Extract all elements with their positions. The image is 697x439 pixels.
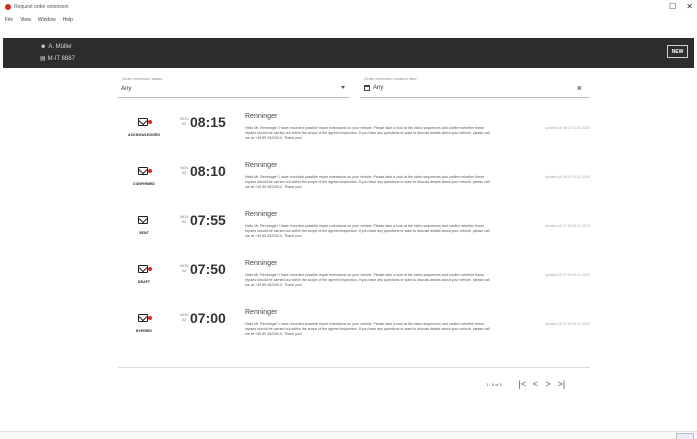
status-label: DRAFT bbox=[137, 280, 151, 284]
entry-date: NOV 02 bbox=[180, 165, 189, 175]
status-bar bbox=[0, 431, 697, 439]
entry-updated: updated @ 08:15 02.11.2020 bbox=[544, 126, 590, 130]
menu-bar: File View Window Help bbox=[0, 14, 697, 26]
date-filter-value-wrap: Any bbox=[364, 85, 383, 91]
status-badge bbox=[148, 120, 152, 124]
vehicle-header: ☻ A. Müller ▤ M-IT 8887 NEW bbox=[3, 38, 694, 68]
window-controls: ☐ ✕ bbox=[669, 2, 693, 12]
entry-message: Hello Mr. Renninger! I have recorded pos… bbox=[245, 273, 490, 287]
entry-message: Hello Mr. Renninger! I have recorded pos… bbox=[245, 175, 490, 189]
envelope-icon bbox=[138, 167, 148, 175]
envelope-icon bbox=[138, 216, 148, 224]
envelope-icon bbox=[138, 265, 148, 273]
entry-title: Renninger bbox=[245, 211, 278, 218]
entry-date: NOV 02 bbox=[180, 116, 189, 126]
list-item[interactable]: EXPIRED NOV 02 07:00 Renninger Hello Mr.… bbox=[118, 308, 590, 357]
status-filter-value: Any bbox=[121, 86, 132, 92]
title-bar: Request order extension ☐ ✕ bbox=[0, 0, 697, 14]
status-indicator: SENT bbox=[118, 211, 170, 247]
entry-updated: updated @ 07:55 02.11.2020 bbox=[544, 224, 590, 228]
close-window-button[interactable]: ✕ bbox=[686, 2, 693, 12]
date-filter-value: Any bbox=[373, 85, 384, 91]
entry-time: 08:10 bbox=[190, 163, 226, 179]
last-page-button[interactable]: >| bbox=[555, 379, 568, 389]
new-button[interactable]: NEW bbox=[667, 45, 688, 58]
entry-updated: updated @ 07:00 02.11.2020 bbox=[544, 322, 590, 326]
status-badge bbox=[148, 267, 152, 271]
close-icon[interactable]: × bbox=[577, 84, 582, 93]
entry-message: Hello Mr. Renninger! I have recorded pos… bbox=[245, 126, 490, 140]
status-label: ACKNOWLEDGED bbox=[128, 133, 160, 137]
owner-name: A. Müller bbox=[48, 44, 72, 50]
next-page-button[interactable]: > bbox=[542, 379, 555, 389]
plate-number: M-IT 8887 bbox=[47, 55, 75, 62]
entry-message: Hello Mr. Renninger! I have recorded pos… bbox=[245, 322, 490, 336]
entry-updated: updated @ 07:50 02.11.2020 bbox=[544, 273, 590, 277]
status-filter[interactable]: Order extension status Any bbox=[118, 76, 350, 98]
status-filter-label: Order extension status bbox=[122, 76, 163, 81]
envelope-icon bbox=[138, 118, 148, 126]
entry-body: Renninger Hello Mr. Renninger! I have re… bbox=[245, 112, 495, 141]
app-icon bbox=[5, 4, 11, 10]
entry-time: 07:50 bbox=[190, 261, 226, 277]
page-range: 1 - 5 of 5 bbox=[486, 381, 502, 387]
entry-date: NOV 02 bbox=[180, 312, 189, 322]
status-badge bbox=[148, 169, 152, 173]
entry-message: Hello Mr. Renninger! I have recorded pos… bbox=[245, 224, 490, 238]
entry-title: Renninger bbox=[245, 309, 278, 316]
pagination: 1 - 5 of 5 |< < > >| bbox=[486, 378, 590, 390]
menu-window[interactable]: Window bbox=[38, 17, 56, 23]
first-page-button[interactable]: |< bbox=[516, 379, 529, 389]
vehicle-plate: ▤ M-IT 8887 bbox=[40, 55, 75, 63]
entry-day: 02 bbox=[181, 317, 187, 322]
date-filter[interactable]: Order extension creation date Any × bbox=[360, 76, 590, 98]
chevron-down-icon[interactable] bbox=[341, 86, 345, 89]
list-item[interactable]: ACKNOWLEDGED NOV 02 08:15 Renninger Hell… bbox=[118, 112, 590, 161]
status-indicator: CONFIRMED bbox=[118, 162, 170, 198]
list-item[interactable]: CONFIRMED NOV 02 08:10 Renninger Hello M… bbox=[118, 161, 590, 210]
taskbar-tab[interactable] bbox=[676, 433, 694, 439]
entry-day: 02 bbox=[181, 121, 187, 126]
entry-date: NOV 02 bbox=[180, 214, 189, 224]
status-indicator: EXPIRED bbox=[118, 309, 170, 345]
entry-date: NOV 02 bbox=[180, 263, 189, 273]
envelope-icon bbox=[138, 314, 148, 322]
car-icon: ▤ bbox=[40, 56, 46, 62]
person-icon: ☻ bbox=[40, 44, 47, 50]
entry-body: Renninger Hello Mr. Renninger! I have re… bbox=[245, 259, 495, 288]
entry-title: Renninger bbox=[245, 260, 278, 267]
vehicle-owner: ☻ A. Müller bbox=[40, 44, 72, 50]
menu-view[interactable]: View bbox=[20, 17, 31, 23]
entry-time: 08:15 bbox=[190, 114, 226, 130]
status-badge bbox=[148, 316, 152, 320]
entry-time: 07:00 bbox=[190, 310, 226, 326]
entry-title: Renninger bbox=[245, 113, 278, 120]
maximize-button[interactable]: ☐ bbox=[669, 2, 676, 12]
entry-day: 02 bbox=[181, 170, 187, 175]
status-indicator: DRAFT bbox=[118, 260, 170, 296]
calendar-icon bbox=[364, 85, 370, 91]
date-filter-label: Order extension creation date bbox=[364, 76, 417, 81]
status-label: EXPIRED bbox=[135, 329, 153, 333]
menu-help[interactable]: Help bbox=[63, 17, 73, 23]
menu-file[interactable]: File bbox=[5, 17, 13, 23]
list-item[interactable]: DRAFT NOV 02 07:50 Renninger Hello Mr. R… bbox=[118, 259, 590, 308]
extension-list: ACKNOWLEDGED NOV 02 08:15 Renninger Hell… bbox=[118, 112, 590, 357]
status-label: SENT bbox=[139, 231, 149, 235]
window-title: Request order extension bbox=[14, 4, 69, 10]
prev-page-button[interactable]: < bbox=[529, 379, 542, 389]
pagination-divider bbox=[118, 367, 590, 368]
list-item[interactable]: SENT NOV 02 07:55 Renninger Hello Mr. Re… bbox=[118, 210, 590, 259]
entry-body: Renninger Hello Mr. Renninger! I have re… bbox=[245, 308, 495, 337]
entry-updated: updated @ 08:10 02.11.2020 bbox=[544, 175, 590, 179]
entry-body: Renninger Hello Mr. Renninger! I have re… bbox=[245, 210, 495, 239]
entry-body: Renninger Hello Mr. Renninger! I have re… bbox=[245, 161, 495, 190]
entry-day: 02 bbox=[181, 219, 187, 224]
status-label: CONFIRMED bbox=[132, 182, 156, 186]
status-indicator: ACKNOWLEDGED bbox=[118, 113, 170, 149]
entry-title: Renninger bbox=[245, 162, 278, 169]
entry-time: 07:55 bbox=[190, 212, 226, 228]
entry-day: 02 bbox=[181, 268, 187, 273]
